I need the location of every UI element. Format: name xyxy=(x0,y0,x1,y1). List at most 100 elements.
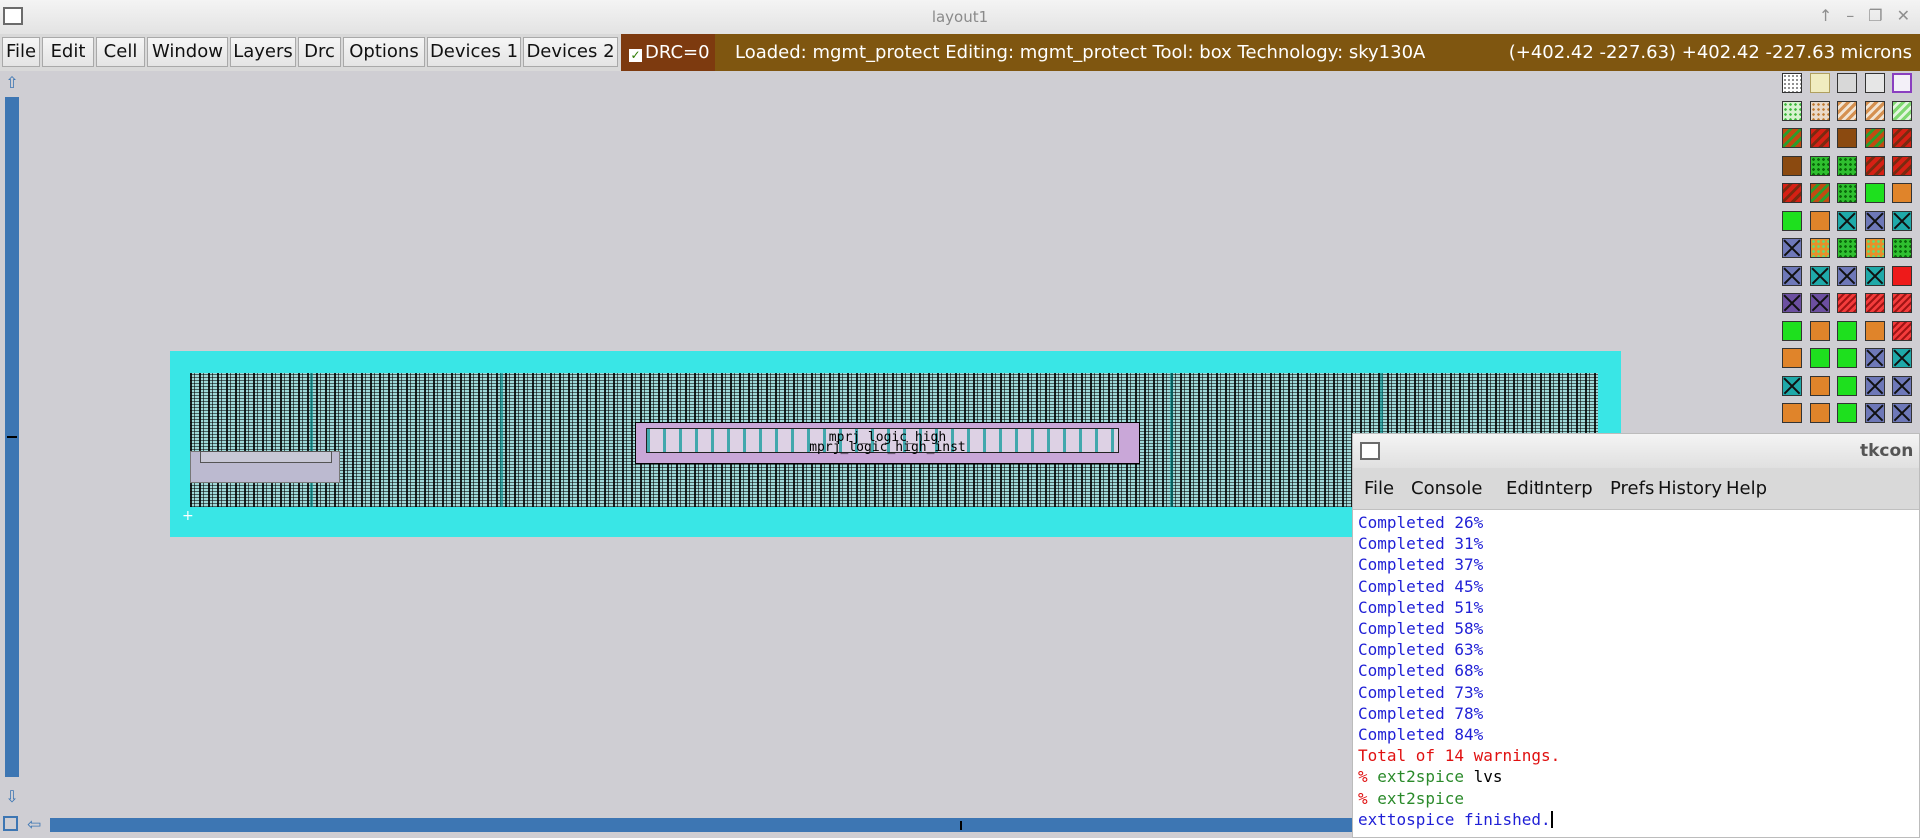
layer-swatch[interactable] xyxy=(1837,265,1857,286)
layer-swatch[interactable] xyxy=(1837,320,1857,341)
menu-layers[interactable]: Layers xyxy=(230,37,296,67)
layer-swatch[interactable] xyxy=(1864,210,1885,231)
tkcon-menu-edit[interactable]: Edit xyxy=(1506,478,1541,499)
layer-swatch[interactable] xyxy=(1809,403,1830,423)
vertical-scroll-thumb[interactable] xyxy=(7,436,17,438)
zoom-box-icon[interactable] xyxy=(3,816,18,831)
menu-window[interactable]: Window xyxy=(147,37,228,67)
layer-swatch[interactable] xyxy=(1782,210,1802,231)
layer-swatch[interactable] xyxy=(1892,183,1912,203)
layer-swatch[interactable] xyxy=(1864,100,1885,121)
layer-swatch[interactable] xyxy=(1837,100,1857,121)
raise-icon[interactable]: ↑ xyxy=(1819,6,1832,25)
layer-swatch[interactable] xyxy=(1809,183,1830,203)
drc-toggle[interactable]: ✓ DRC=0 xyxy=(621,34,715,71)
minimize-icon[interactable]: – xyxy=(1846,6,1854,25)
layer-swatch[interactable] xyxy=(1837,403,1857,423)
layer-swatch[interactable] xyxy=(1864,238,1885,258)
tkcon-menu-help[interactable]: Help xyxy=(1726,478,1767,499)
layer-swatch[interactable] xyxy=(1837,128,1857,148)
layer-swatch[interactable] xyxy=(1864,293,1885,313)
layer-swatch[interactable] xyxy=(1809,100,1830,121)
horizontal-scroll-track[interactable] xyxy=(50,818,1352,832)
layer-swatch[interactable] xyxy=(1864,320,1885,341)
layer-swatch[interactable] xyxy=(1782,265,1802,286)
menu-edit[interactable]: Edit xyxy=(42,37,94,67)
layer-swatch[interactable] xyxy=(1892,348,1912,368)
menu-devices-1[interactable]: Devices 1 xyxy=(427,37,521,67)
layer-swatch[interactable] xyxy=(1809,293,1830,313)
tkcon-menu-console[interactable]: Console xyxy=(1411,478,1482,499)
horizontal-scroll-thumb[interactable] xyxy=(960,821,962,830)
layer-swatch[interactable] xyxy=(1837,183,1857,203)
layer-swatch[interactable] xyxy=(1782,238,1802,258)
layer-swatch[interactable] xyxy=(1892,320,1912,341)
layer-swatch[interactable] xyxy=(1809,73,1830,93)
layer-swatch[interactable] xyxy=(1837,293,1857,313)
layer-swatch[interactable] xyxy=(1864,265,1885,286)
tkcon-menu-prefs[interactable]: Prefs xyxy=(1610,478,1654,499)
layer-swatch[interactable] xyxy=(1892,293,1912,313)
layer-swatch[interactable] xyxy=(1864,375,1885,396)
layer-swatch[interactable] xyxy=(1782,320,1802,341)
scroll-down-arrow-icon[interactable]: ⇩ xyxy=(4,789,20,805)
layer-swatch[interactable] xyxy=(1809,210,1830,231)
layer-swatch[interactable] xyxy=(1892,375,1912,396)
layer-swatch[interactable] xyxy=(1782,155,1802,176)
tkcon-menu-file[interactable]: File xyxy=(1364,478,1394,499)
layer-swatch[interactable] xyxy=(1809,320,1830,341)
layer-swatch[interactable] xyxy=(1782,128,1802,148)
tkcon-menu-history[interactable]: History xyxy=(1658,478,1722,499)
layer-swatch[interactable] xyxy=(1809,348,1830,368)
layer-swatch[interactable] xyxy=(1837,155,1857,176)
vertical-scrollbar[interactable]: ⇧ ⇩ xyxy=(0,71,24,812)
tkcon-window[interactable]: tkcon 2 File Console Edit Interp Prefs H… xyxy=(1352,433,1920,838)
layer-swatch[interactable] xyxy=(1892,265,1912,286)
instance-mprj-logic-high[interactable]: mprj_logic_high mprj_logic_high_inst xyxy=(635,422,1140,464)
layer-swatch[interactable] xyxy=(1892,100,1912,121)
layer-swatch[interactable] xyxy=(1892,73,1912,93)
layer-swatch[interactable] xyxy=(1809,375,1830,396)
menu-options[interactable]: Options xyxy=(343,37,425,67)
layer-swatch[interactable] xyxy=(1809,128,1830,148)
layer-swatch[interactable] xyxy=(1864,183,1885,203)
layer-swatch[interactable] xyxy=(1837,210,1857,231)
layer-swatch[interactable] xyxy=(1892,128,1912,148)
layer-swatch[interactable] xyxy=(1809,265,1830,286)
menu-devices-2[interactable]: Devices 2 xyxy=(523,37,618,67)
layer-swatch[interactable] xyxy=(1892,403,1912,423)
layer-swatch[interactable] xyxy=(1782,403,1802,423)
horizontal-scrollbar[interactable]: ⇦ xyxy=(0,812,1352,838)
maximize-icon[interactable]: ❐ xyxy=(1868,6,1882,25)
layer-swatch[interactable] xyxy=(1892,238,1912,258)
layer-swatch[interactable] xyxy=(1837,73,1857,93)
layer-swatch[interactable] xyxy=(1837,238,1857,258)
layer-swatch[interactable] xyxy=(1837,375,1857,396)
layer-swatch[interactable] xyxy=(1809,155,1830,176)
layer-swatch[interactable] xyxy=(1892,155,1912,176)
layer-swatch[interactable] xyxy=(1782,293,1802,313)
layer-swatch[interactable] xyxy=(1782,183,1802,203)
tkcon-menu-interp[interactable]: Interp xyxy=(1539,478,1593,499)
layer-swatch[interactable] xyxy=(1864,348,1885,368)
layer-swatch[interactable] xyxy=(1837,348,1857,368)
scroll-up-arrow-icon[interactable]: ⇧ xyxy=(4,75,20,91)
layer-swatch[interactable] xyxy=(1864,128,1885,148)
layer-swatch[interactable] xyxy=(1782,73,1802,93)
console-output[interactable]: Completed 26% Completed 31% Completed 37% C… xyxy=(1358,512,1919,837)
tkcon-window-icon[interactable] xyxy=(1360,442,1380,460)
menu-file[interactable]: File xyxy=(2,37,40,67)
layer-swatch[interactable] xyxy=(1782,100,1802,121)
close-icon[interactable]: ✕ xyxy=(1897,6,1910,25)
layer-swatch[interactable] xyxy=(1864,155,1885,176)
layer-swatch[interactable] xyxy=(1864,403,1885,423)
layer-swatch[interactable] xyxy=(1864,73,1885,93)
menu-cell[interactable]: Cell xyxy=(96,37,145,67)
layer-swatch[interactable] xyxy=(1809,238,1830,258)
layer-swatch[interactable] xyxy=(1892,210,1912,231)
menu-drc[interactable]: Drc xyxy=(298,37,341,67)
layer-swatch[interactable] xyxy=(1782,375,1802,396)
scroll-left-arrow-icon[interactable]: ⇦ xyxy=(27,815,41,835)
checkbox-checked-icon[interactable]: ✓ xyxy=(629,49,642,62)
layer-swatch[interactable] xyxy=(1782,348,1802,368)
